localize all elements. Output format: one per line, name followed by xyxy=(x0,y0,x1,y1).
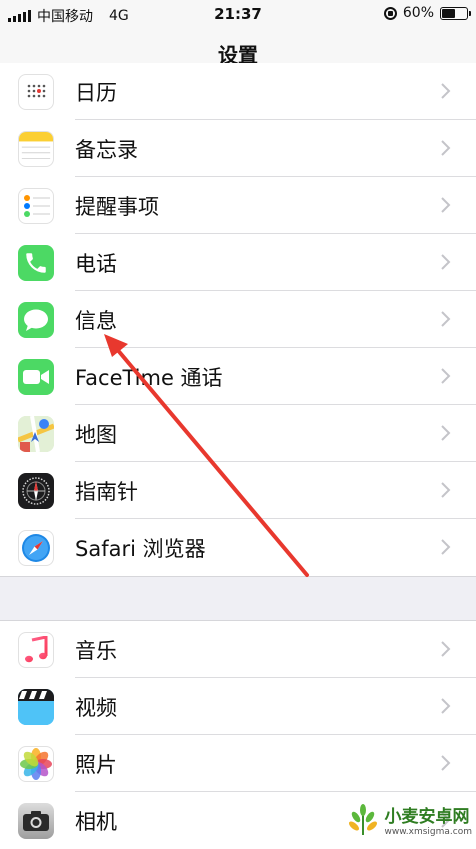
notes-icon xyxy=(18,131,54,167)
chevron-right-icon xyxy=(441,83,451,99)
settings-row-label: FaceTime 通话 xyxy=(75,365,223,390)
settings-row-facetime[interactable]: FaceTime 通话 xyxy=(0,348,476,405)
chevron-right-icon xyxy=(441,140,451,156)
reminders-icon xyxy=(18,188,54,224)
camera-icon xyxy=(18,803,54,839)
chevron-right-icon xyxy=(441,311,451,327)
photos-icon xyxy=(18,746,54,782)
settings-row-label: 指南针 xyxy=(75,479,138,504)
watermark-title: 小麦安卓网 xyxy=(384,807,470,827)
chevron-right-icon xyxy=(441,254,451,270)
settings-row-compass[interactable]: 指南针 xyxy=(0,462,476,519)
chevron-right-icon xyxy=(441,368,451,384)
watermark-url: www.xmsigma.com xyxy=(384,827,472,837)
chevron-right-icon xyxy=(441,425,451,441)
messages-icon xyxy=(18,302,54,338)
chevron-right-icon xyxy=(441,482,451,498)
chevron-right-icon xyxy=(441,698,451,714)
settings-row-calendar[interactable]: 日历 xyxy=(0,63,476,120)
chevron-right-icon xyxy=(441,539,451,555)
facetime-icon xyxy=(18,359,54,395)
settings-row-reminders[interactable]: 提醒事项 xyxy=(0,177,476,234)
settings-row-label: 信息 xyxy=(75,308,117,333)
maps-icon xyxy=(18,416,54,452)
settings-row-music[interactable]: 音乐 xyxy=(0,621,476,678)
settings-row-label: 相机 xyxy=(75,809,117,834)
chevron-right-icon xyxy=(441,755,451,771)
wheat-logo-icon xyxy=(348,803,377,835)
settings-row-label: 视频 xyxy=(75,695,117,720)
group-separator xyxy=(0,576,476,621)
orientation-lock-icon xyxy=(383,6,397,20)
chevron-right-icon xyxy=(441,197,451,213)
settings-row-label: 日历 xyxy=(75,80,117,105)
safari-icon xyxy=(18,530,54,566)
phone-icon xyxy=(18,245,54,281)
battery-percent: 60% xyxy=(402,5,434,21)
settings-row-label: 电话 xyxy=(75,251,117,276)
settings-row-label: Safari 浏览器 xyxy=(75,536,206,561)
chevron-right-icon xyxy=(441,641,451,657)
settings-row-safari[interactable]: Safari 浏览器 xyxy=(0,519,476,576)
settings-row-phone[interactable]: 电话 xyxy=(0,234,476,291)
compass-icon xyxy=(18,473,54,509)
settings-row-label: 音乐 xyxy=(75,638,117,663)
status-bar: 中国移动 4G 21:37 60% xyxy=(0,0,476,30)
settings-row-label: 备忘录 xyxy=(75,137,138,162)
settings-row-messages[interactable]: 信息 xyxy=(0,291,476,348)
settings-row-maps[interactable]: 地图 xyxy=(0,405,476,462)
battery-icon xyxy=(440,6,471,20)
settings-row-notes[interactable]: 备忘录 xyxy=(0,120,476,177)
music-icon xyxy=(18,632,54,668)
settings-group-apps: 日历 备忘录 提醒事项 电话 信息 FaceTime 通话 地图 指南针 Saf… xyxy=(0,63,476,576)
settings-row-label: 提醒事项 xyxy=(75,194,159,219)
settings-row-videos[interactable]: 视频 xyxy=(0,678,476,735)
settings-row-photos[interactable]: 照片 xyxy=(0,735,476,792)
watermark: 小麦安卓网 www.xmsigma.com xyxy=(345,802,472,837)
settings-row-label: 地图 xyxy=(75,422,117,447)
videos-icon xyxy=(18,689,54,725)
calendar-icon xyxy=(18,74,54,110)
settings-row-label: 照片 xyxy=(75,752,117,777)
